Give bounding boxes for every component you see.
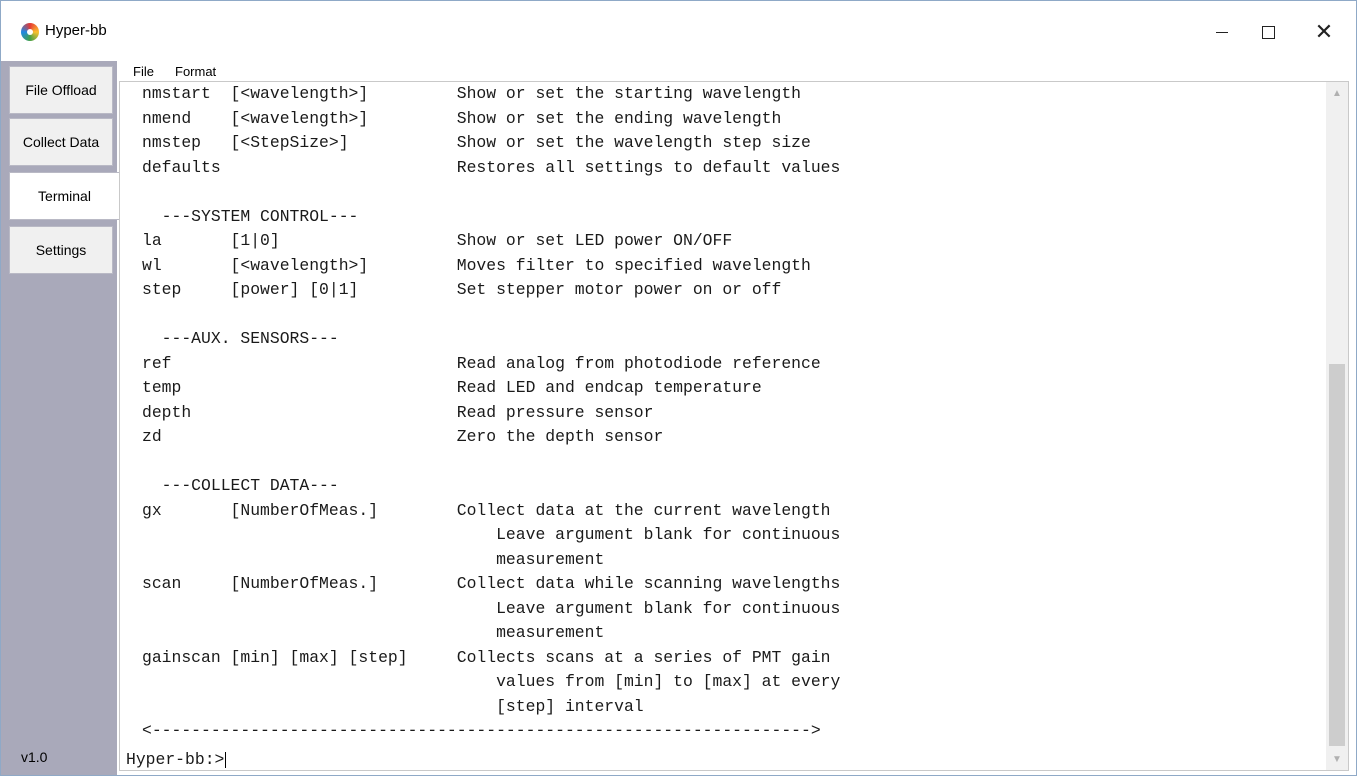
tab-settings[interactable]: Settings — [9, 226, 113, 274]
scrollbar-thumb[interactable] — [1329, 364, 1345, 746]
terminal-output: nmstart [<wavelength>] Show or set the s… — [120, 82, 1326, 748]
terminal-line: depth Read pressure sensor — [142, 402, 654, 422]
app-window: Hyper-bb ✕ File Offload Collect Data Ter… — [0, 0, 1357, 776]
terminal-line: ---AUX. SENSORS--- — [142, 329, 339, 348]
app-logo-icon — [21, 23, 39, 41]
terminal-line: gainscan [min] [max] [step] Collects sca… — [142, 647, 831, 667]
terminal-line: values from [min] to [max] at every — [142, 672, 841, 691]
terminal-line: measurement — [142, 549, 605, 569]
menu-file[interactable]: File — [133, 64, 154, 79]
menu-bar: File Format — [119, 61, 1349, 81]
title-bar: Hyper-bb ✕ — [1, 1, 1356, 61]
minimize-icon — [1216, 31, 1228, 33]
maximize-icon — [1261, 25, 1275, 39]
terminal-line: <---------------------------------------… — [142, 721, 821, 740]
window-title: Hyper-bb — [45, 22, 107, 39]
tab-label: Terminal — [38, 188, 91, 204]
tab-label: Collect Data — [22, 134, 100, 150]
text-cursor — [225, 751, 227, 768]
tab-file-offload[interactable]: File Offload — [9, 66, 113, 114]
close-icon: ✕ — [1314, 19, 1334, 44]
scroll-down-icon[interactable]: ▼ — [1326, 748, 1348, 770]
terminal-line: gx [NumberOfMeas.] Collect data at the c… — [142, 500, 831, 520]
vertical-scrollbar[interactable]: ▲ ▼ — [1326, 82, 1348, 770]
terminal-line: zd Zero the depth sensor — [142, 427, 664, 446]
prompt-text: Hyper-bb:> — [126, 750, 225, 769]
maximize-button[interactable] — [1245, 15, 1291, 49]
minimize-button[interactable] — [1199, 15, 1245, 49]
tab-terminal[interactable]: Terminal — [9, 172, 119, 220]
scroll-up-icon[interactable]: ▲ — [1326, 82, 1348, 104]
terminal-line: ---SYSTEM CONTROL--- — [142, 206, 359, 226]
terminal-line: nmstep [<StepSize>] Show or set the wave… — [142, 133, 811, 152]
tab-label: File Offload — [25, 82, 97, 98]
terminal-line: wl [<wavelength>] Moves filter to specif… — [142, 255, 811, 275]
terminal-line: measurement — [142, 623, 605, 642]
terminal-panel[interactable]: nmstart [<wavelength>] Show or set the s… — [119, 81, 1349, 771]
tab-collect-data[interactable]: Collect Data — [9, 118, 113, 166]
command-input[interactable]: Hyper-bb:> — [126, 750, 227, 770]
terminal-line: defaults Restores all settings to defaul… — [142, 157, 841, 177]
terminal-line: Leave argument blank for continuous — [142, 598, 841, 618]
terminal-line: scan [NumberOfMeas.] Collect data while … — [142, 574, 841, 593]
sidebar: File Offload Collect Data Terminal Setti… — [1, 61, 119, 775]
terminal-line: nmend [<wavelength>] Show or set the end… — [142, 108, 782, 128]
terminal-line: [step] interval — [142, 696, 644, 716]
terminal-line: la [1|0] Show or set LED power ON/OFF — [142, 231, 733, 250]
terminal-line: nmstart [<wavelength>] Show or set the s… — [142, 84, 802, 103]
terminal-line: step [power] [0|1] Set stepper motor pow… — [142, 280, 782, 299]
version-label: v1.0 — [21, 749, 48, 765]
menu-format[interactable]: Format — [175, 64, 216, 79]
terminal-line: temp Read LED and endcap temperature — [142, 378, 762, 397]
terminal-line: ---COLLECT DATA--- — [142, 476, 339, 495]
terminal-line: Leave argument blank for continuous — [142, 525, 841, 544]
terminal-line: ref Read analog from photodiode referenc… — [142, 353, 821, 373]
close-button[interactable]: ✕ — [1301, 15, 1347, 49]
tab-label: Settings — [35, 242, 87, 258]
